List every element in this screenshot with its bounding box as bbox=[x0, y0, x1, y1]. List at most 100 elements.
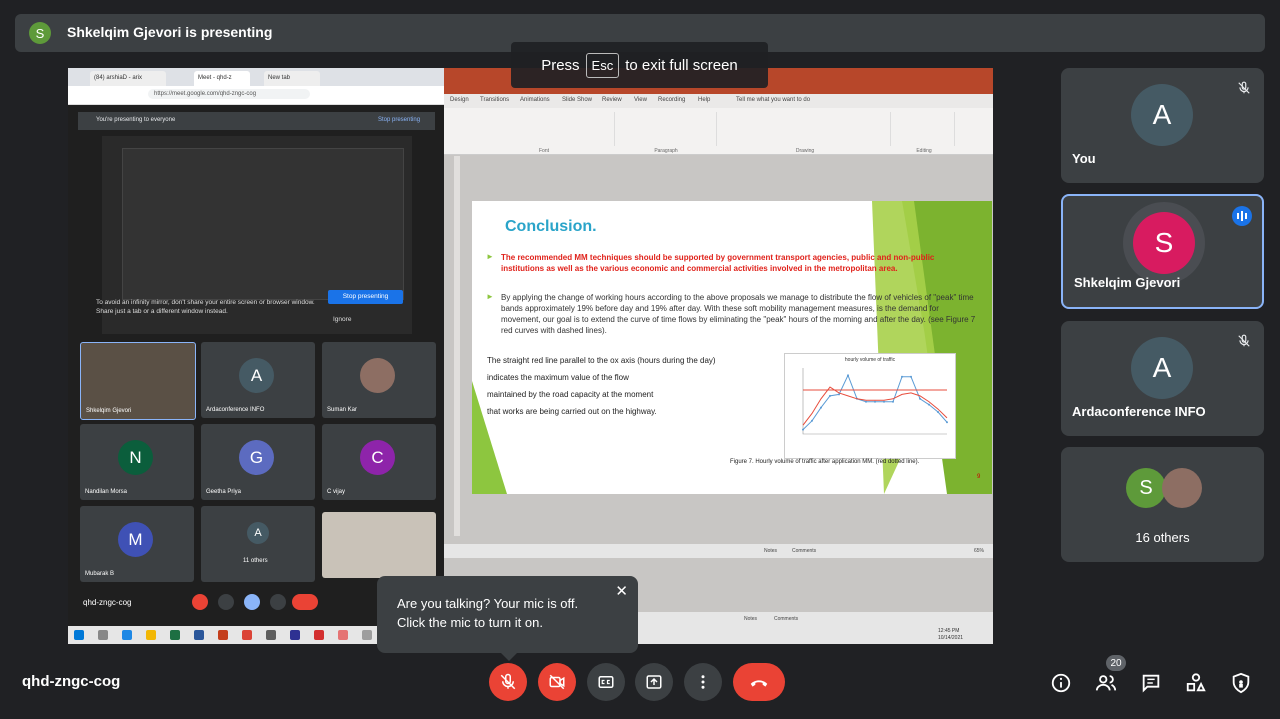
start-icon bbox=[74, 630, 84, 640]
mini-tile: C C vijay bbox=[322, 424, 436, 500]
word-icon bbox=[194, 630, 204, 640]
ribbon-tab: Review bbox=[602, 97, 622, 103]
ribbon-tab: View bbox=[634, 97, 647, 103]
participant-tile[interactable]: A Ardaconference INFO bbox=[1061, 321, 1264, 436]
host-controls-icon bbox=[1232, 672, 1250, 694]
chat-button[interactable] bbox=[1138, 670, 1164, 696]
mini-more-icon bbox=[270, 594, 286, 610]
app-icon bbox=[362, 630, 372, 640]
mini-tile-name: C vijay bbox=[327, 489, 346, 495]
mini-tile-video bbox=[322, 512, 436, 578]
participant-name: You bbox=[1072, 151, 1096, 166]
ppt-ribbon: Font Paragraph Drawing Editing bbox=[444, 108, 993, 155]
slide-number: 9 bbox=[977, 474, 981, 480]
slide-title: Conclusion. bbox=[505, 218, 597, 235]
mic-off-icon bbox=[1234, 331, 1254, 351]
bullet-arrow-icon: ► bbox=[486, 292, 494, 301]
traffic-chart: hourly volume of traffic bbox=[784, 353, 956, 459]
mini-present-icon bbox=[244, 594, 260, 610]
people-icon bbox=[1095, 675, 1117, 691]
captions-button[interactable] bbox=[587, 663, 625, 701]
infinity-mirror-warning: To avoid an infinity mirror, don't share… bbox=[96, 299, 315, 315]
chart-point bbox=[910, 375, 912, 378]
tray-time: 12:45 PM bbox=[938, 628, 960, 634]
chart-series-line bbox=[802, 386, 948, 426]
chat-icon bbox=[1142, 674, 1160, 693]
ribbon-tab: Tell me what you want to do bbox=[736, 97, 811, 103]
participant-avatar: S bbox=[1133, 212, 1195, 274]
notes-label: Notes bbox=[764, 548, 778, 554]
hint-rest: to exit full screen bbox=[625, 56, 738, 74]
app-icon bbox=[338, 630, 348, 640]
chart-point bbox=[811, 419, 813, 422]
mini-tile: G Geetha Priya bbox=[201, 424, 315, 500]
chart-point bbox=[937, 411, 939, 413]
mini-tile: Shkelqim Gjevori bbox=[80, 342, 196, 420]
slide: Conclusion. ► The recommended MM techniq… bbox=[472, 201, 992, 494]
people-count-badge: 20 bbox=[1106, 655, 1126, 671]
participant-tile-others[interactable]: S 16 others bbox=[1061, 447, 1264, 562]
participant-avatar: A bbox=[1131, 84, 1193, 146]
mirror-inner bbox=[122, 148, 404, 300]
slide-bullet-2: By applying the change of working hours … bbox=[501, 293, 976, 335]
chart-point bbox=[946, 421, 948, 424]
camera-toggle-button[interactable] bbox=[538, 663, 576, 701]
present-icon bbox=[646, 675, 662, 689]
shared-chrome-window: (84) arshiaD - arix Meet - qhd-z New tab… bbox=[68, 68, 444, 644]
mini-controls bbox=[192, 594, 320, 610]
participant-tile-you[interactable]: A You bbox=[1061, 68, 1264, 183]
chart-point bbox=[847, 374, 849, 377]
ribbon-group-drawing: Drawing bbox=[720, 112, 891, 154]
mini-tile-name: Ardaconference INFO bbox=[206, 407, 265, 413]
mini-tile-avatar: A bbox=[239, 358, 274, 393]
people-button[interactable] bbox=[1093, 670, 1119, 696]
mini-meeting-code: qhd-zngc-cog bbox=[83, 598, 132, 607]
share-bar-stop: Stop presenting bbox=[378, 117, 421, 123]
activities-icon bbox=[1186, 673, 1206, 692]
zoom-level: 65% bbox=[974, 548, 985, 554]
camera-off-icon bbox=[549, 674, 565, 690]
mini-stop-presenting-button: Stop presenting bbox=[328, 290, 403, 304]
meeting-details-button[interactable] bbox=[1048, 670, 1074, 696]
host-controls-button[interactable] bbox=[1228, 670, 1254, 696]
ribbon-tab: Transitions bbox=[480, 97, 510, 103]
meeting-code: qhd-zngc-cog bbox=[22, 673, 121, 690]
chrome-tab: (84) arshiaD - arix bbox=[90, 71, 166, 86]
activities-button[interactable] bbox=[1183, 670, 1209, 696]
ribbon-tab: Slide Show bbox=[562, 97, 593, 103]
share-bar-text: You're presenting to everyone bbox=[96, 117, 176, 123]
app-icon bbox=[290, 630, 300, 640]
ppt-scrollbar bbox=[454, 156, 460, 536]
mic-toggle-button[interactable] bbox=[489, 663, 527, 701]
excel-icon bbox=[170, 630, 180, 640]
close-icon[interactable]: ✕ bbox=[615, 582, 628, 600]
ribbon-group-paragraph: Paragraph bbox=[616, 112, 717, 154]
chrome-icon bbox=[242, 630, 252, 640]
mini-mic-icon bbox=[192, 594, 208, 610]
mini-tile-avatar: N bbox=[118, 440, 153, 475]
others-count-label: 16 others bbox=[1135, 530, 1190, 545]
more-options-button[interactable] bbox=[684, 663, 722, 701]
participant-tile-presenter[interactable]: S Shkelqim Gjevori bbox=[1061, 194, 1264, 309]
present-now-button[interactable] bbox=[635, 663, 673, 701]
chrome-tab-strip: (84) arshiaD - arix Meet - qhd-z New tab bbox=[68, 68, 444, 86]
audio-level-icon bbox=[1232, 206, 1252, 226]
presenter-avatar: S bbox=[29, 22, 51, 44]
chart-point bbox=[838, 393, 840, 396]
chart-point bbox=[865, 400, 867, 403]
acrobat-icon bbox=[314, 630, 324, 640]
chrome-tab: New tab bbox=[264, 71, 320, 86]
chart-point bbox=[829, 394, 831, 397]
powerpoint-icon bbox=[218, 630, 228, 640]
powerpoint-window: Design Transitions Animations Slide Show… bbox=[444, 68, 993, 644]
leave-call-button[interactable] bbox=[733, 663, 785, 701]
mini-tile-avatar: A bbox=[247, 522, 269, 544]
mini-tile-name: Nandilan Morsa bbox=[85, 489, 128, 495]
mini-tile: N Nandilan Morsa bbox=[80, 424, 194, 500]
chart-point bbox=[820, 406, 822, 409]
tray-date: 10/14/2021 bbox=[938, 635, 964, 641]
ribbon-tab: Design bbox=[450, 97, 469, 103]
presentation-stream: (84) arshiaD - arix Meet - qhd-z New tab… bbox=[68, 68, 993, 644]
comments-label: Comments bbox=[774, 616, 799, 622]
mini-tile-name: Mubarak B bbox=[85, 571, 115, 577]
